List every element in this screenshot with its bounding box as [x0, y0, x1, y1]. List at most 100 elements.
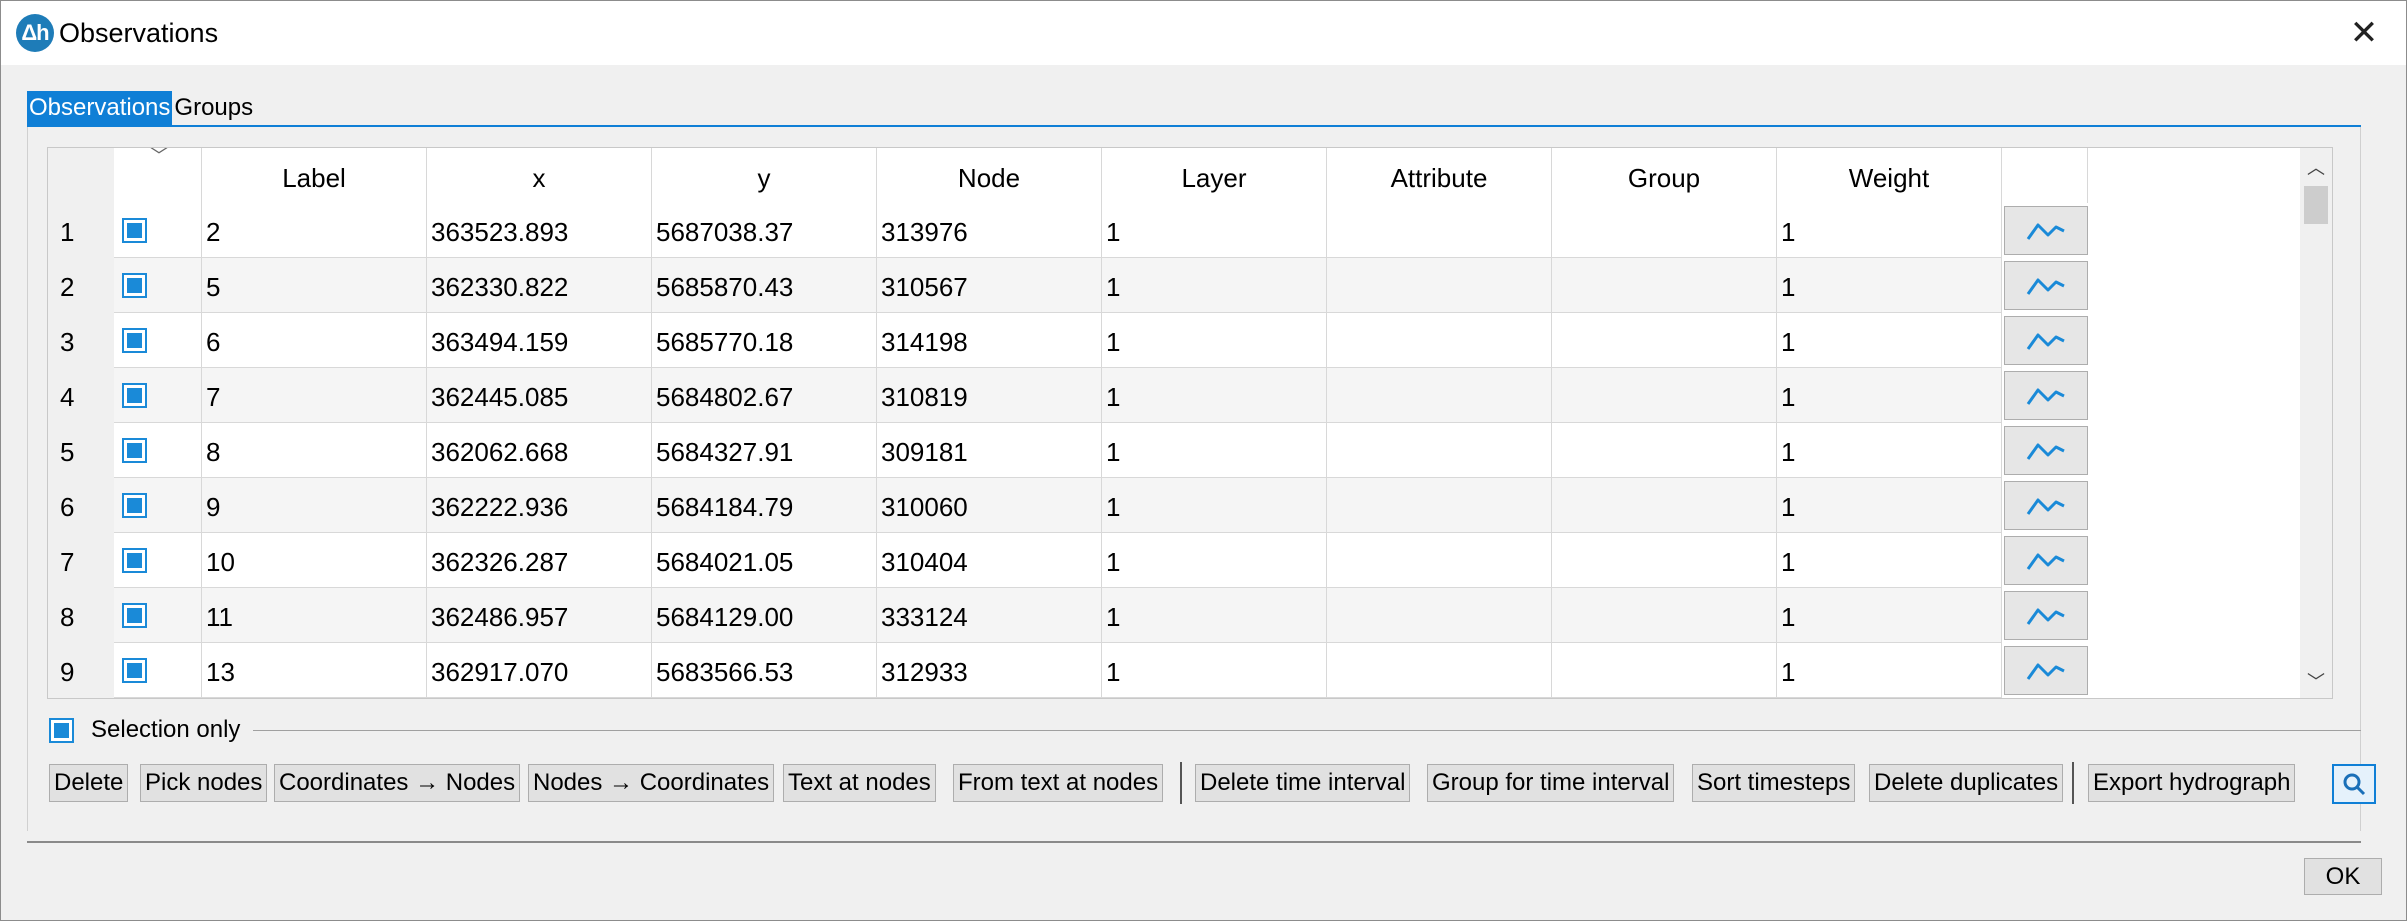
- row-checkbox[interactable]: [122, 492, 147, 518]
- cell-attribute[interactable]: [1327, 258, 1552, 313]
- cell-attribute[interactable]: [1327, 423, 1552, 478]
- cell-group[interactable]: [1552, 258, 1777, 313]
- coordinates-to-nodes-button[interactable]: Coordinates → Nodes: [274, 764, 521, 802]
- table-row[interactable]: 1 2 363523.893 5687038.37 313976 1 1: [48, 203, 2288, 258]
- checkbox-column-header[interactable]: ﹀: [114, 148, 202, 203]
- cell-attribute[interactable]: [1327, 313, 1552, 368]
- row-number[interactable]: 3: [48, 313, 114, 368]
- cell-label[interactable]: 2: [202, 203, 427, 258]
- cell-attribute[interactable]: [1327, 588, 1552, 643]
- row-checkbox[interactable]: [122, 217, 147, 243]
- corner-header[interactable]: [48, 148, 114, 203]
- pick-nodes-button[interactable]: Pick nodes: [140, 764, 268, 802]
- cell-label[interactable]: 10: [202, 533, 427, 588]
- column-header-group[interactable]: Group: [1552, 148, 1777, 203]
- row-number[interactable]: 9: [48, 643, 114, 698]
- hydrograph-button[interactable]: [2004, 371, 2088, 420]
- cell-layer[interactable]: 1: [1102, 423, 1327, 478]
- row-number[interactable]: 5: [48, 423, 114, 478]
- row-checkbox[interactable]: [122, 382, 147, 408]
- cell-weight[interactable]: 1: [1777, 643, 2002, 698]
- cell-attribute[interactable]: [1327, 643, 1552, 698]
- cell-group[interactable]: [1552, 478, 1777, 533]
- cell-weight[interactable]: 1: [1777, 203, 2002, 258]
- cell-layer[interactable]: 1: [1102, 313, 1327, 368]
- search-button[interactable]: [2332, 764, 2376, 804]
- cell-label[interactable]: 5: [202, 258, 427, 313]
- cell-weight[interactable]: 1: [1777, 368, 2002, 423]
- row-checkbox-cell[interactable]: [114, 423, 202, 478]
- table-row[interactable]: 7 10 362326.287 5684021.05 310404 1 1: [48, 533, 2288, 588]
- row-number[interactable]: 6: [48, 478, 114, 533]
- column-header-layer[interactable]: Layer: [1102, 148, 1327, 203]
- row-checkbox[interactable]: [122, 602, 147, 628]
- tab-observations[interactable]: Observations: [27, 91, 173, 125]
- hydrograph-button[interactable]: [2004, 261, 2088, 310]
- selection-only-checkbox[interactable]: [49, 717, 74, 743]
- row-number[interactable]: 4: [48, 368, 114, 423]
- cell-weight[interactable]: 1: [1777, 533, 2002, 588]
- cell-group[interactable]: [1552, 423, 1777, 478]
- table-row[interactable]: 3 6 363494.159 5685770.18 314198 1 1: [48, 313, 2288, 368]
- export-hydrograph-button[interactable]: Export hydrograph: [2088, 764, 2296, 802]
- row-checkbox[interactable]: [122, 327, 147, 353]
- scroll-up-icon[interactable]: ︿: [2300, 154, 2332, 178]
- cell-attribute[interactable]: [1327, 203, 1552, 258]
- hydrograph-button[interactable]: [2004, 426, 2088, 475]
- cell-y[interactable]: 5685770.18: [652, 313, 877, 368]
- table-row[interactable]: 9 13 362917.070 5683566.53 312933 1 1: [48, 643, 2288, 698]
- cell-layer[interactable]: 1: [1102, 368, 1327, 423]
- row-checkbox[interactable]: [122, 272, 147, 298]
- cell-label[interactable]: 11: [202, 588, 427, 643]
- cell-group[interactable]: [1552, 588, 1777, 643]
- sort-timesteps-button[interactable]: Sort timesteps: [1692, 764, 1856, 802]
- row-number[interactable]: 8: [48, 588, 114, 643]
- cell-label[interactable]: 7: [202, 368, 427, 423]
- column-header-node[interactable]: Node: [877, 148, 1102, 203]
- nodes-to-coordinates-button[interactable]: Nodes → Coordinates: [528, 764, 775, 802]
- hydrograph-button[interactable]: [2004, 536, 2088, 585]
- cell-y[interactable]: 5684021.05: [652, 533, 877, 588]
- row-checkbox-cell[interactable]: [114, 588, 202, 643]
- cell-node[interactable]: 310404: [877, 533, 1102, 588]
- cell-node[interactable]: 310567: [877, 258, 1102, 313]
- cell-y[interactable]: 5687038.37: [652, 203, 877, 258]
- table-row[interactable]: 4 7 362445.085 5684802.67 310819 1 1: [48, 368, 2288, 423]
- cell-weight[interactable]: 1: [1777, 588, 2002, 643]
- row-checkbox-cell[interactable]: [114, 258, 202, 313]
- cell-y[interactable]: 5685870.43: [652, 258, 877, 313]
- table-row[interactable]: 5 8 362062.668 5684327.91 309181 1 1: [48, 423, 2288, 478]
- cell-label[interactable]: 13: [202, 643, 427, 698]
- cell-label[interactable]: 8: [202, 423, 427, 478]
- cell-attribute[interactable]: [1327, 368, 1552, 423]
- cell-group[interactable]: [1552, 368, 1777, 423]
- cell-x[interactable]: 362445.085: [427, 368, 652, 423]
- row-checkbox-cell[interactable]: [114, 478, 202, 533]
- scroll-down-icon[interactable]: ﹀: [2300, 668, 2332, 692]
- cell-layer[interactable]: 1: [1102, 588, 1327, 643]
- cell-node[interactable]: 310819: [877, 368, 1102, 423]
- cell-group[interactable]: [1552, 533, 1777, 588]
- cell-y[interactable]: 5684802.67: [652, 368, 877, 423]
- hydrograph-button[interactable]: [2004, 481, 2088, 530]
- row-number[interactable]: 1: [48, 203, 114, 258]
- delete-time-interval-button[interactable]: Delete time interval: [1195, 764, 1411, 802]
- column-header-weight[interactable]: Weight: [1777, 148, 2002, 203]
- cell-layer[interactable]: 1: [1102, 203, 1327, 258]
- cell-x[interactable]: 362917.070: [427, 643, 652, 698]
- cell-y[interactable]: 5684184.79: [652, 478, 877, 533]
- cell-y[interactable]: 5683566.53: [652, 643, 877, 698]
- hydrograph-button[interactable]: [2004, 316, 2088, 365]
- cell-layer[interactable]: 1: [1102, 478, 1327, 533]
- row-checkbox-cell[interactable]: [114, 313, 202, 368]
- cell-attribute[interactable]: [1327, 478, 1552, 533]
- delete-button[interactable]: Delete: [49, 764, 129, 802]
- text-at-nodes-button[interactable]: Text at nodes: [783, 764, 936, 802]
- cell-group[interactable]: [1552, 203, 1777, 258]
- cell-layer[interactable]: 1: [1102, 533, 1327, 588]
- vertical-scrollbar[interactable]: ︿ ﹀: [2300, 148, 2332, 698]
- table-row[interactable]: 6 9 362222.936 5684184.79 310060 1 1: [48, 478, 2288, 533]
- row-checkbox-cell[interactable]: [114, 643, 202, 698]
- cell-node[interactable]: 312933: [877, 643, 1102, 698]
- cell-x[interactable]: 362326.287: [427, 533, 652, 588]
